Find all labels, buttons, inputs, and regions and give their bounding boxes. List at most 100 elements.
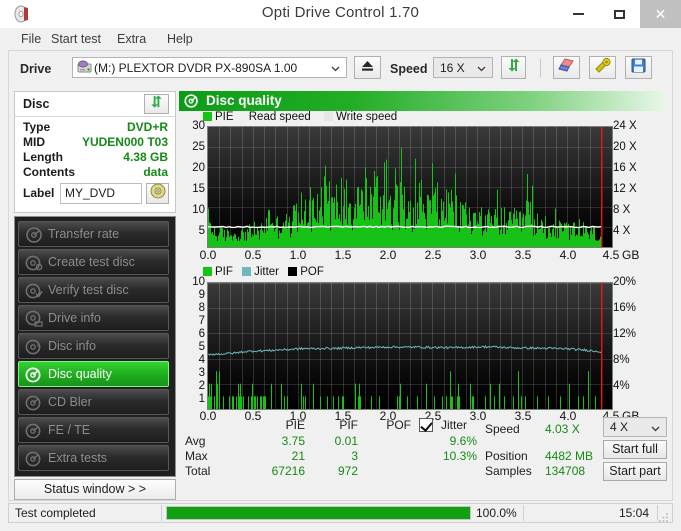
legend-label-jitter: Jitter xyxy=(254,266,280,278)
refresh-button[interactable] xyxy=(501,56,526,79)
content-header: Disc quality xyxy=(179,91,667,111)
toolbar: Drive (M:) PLEXTOR DVDR PX-890SA 1.00 Sp… xyxy=(9,51,672,87)
pie-ytick-10: 10 xyxy=(192,204,205,216)
start-full-button[interactable]: Start full xyxy=(603,440,667,459)
disc-key-length: Length xyxy=(23,150,63,164)
pie-ytick-30: 30 xyxy=(192,120,205,132)
pif-ytick-10: 10 xyxy=(192,276,205,288)
erase-button[interactable] xyxy=(553,56,580,79)
elapsed-time: 15:04 xyxy=(618,506,649,520)
legend-label-read-speed: Read speed xyxy=(248,111,311,123)
eraser-icon xyxy=(557,57,576,78)
window-body: Drive (M:) PLEXTOR DVDR PX-890SA 1.00 Sp… xyxy=(8,50,673,501)
tools-icon xyxy=(594,57,612,78)
menu-extra[interactable]: Extra xyxy=(110,31,153,48)
menu-bar: File Start test Extra Help xyxy=(0,28,681,50)
sidebar-item-label: CD Bler xyxy=(48,395,92,409)
pie-series xyxy=(208,147,601,247)
disc-row-length: Length 4.38 GB xyxy=(15,150,175,165)
pie-ytick-15: 15 xyxy=(192,183,205,195)
pif-chart-canvas xyxy=(208,283,612,409)
disc-label-button[interactable] xyxy=(146,183,169,204)
disc-info-panel: Disc Type DVD+R MID YUDEN000 T03 Length … xyxy=(14,91,176,213)
pie-y2tick-8x: 8 X xyxy=(613,204,631,216)
disc-info-icon: i xyxy=(25,338,43,356)
close-button[interactable]: ✕ xyxy=(640,0,681,28)
speed-value: 16 X xyxy=(440,61,465,75)
disc-label-input[interactable]: MY_DVD xyxy=(60,183,142,204)
disc-row-mid: MID YUDEN000 T03 xyxy=(15,135,175,150)
sidebar-item-cd-bler[interactable]: CD Bler xyxy=(18,389,169,415)
sidebar-item-label: FE / TE xyxy=(48,423,91,437)
settings-button[interactable] xyxy=(589,56,616,79)
jitter-checkbox[interactable] xyxy=(419,418,433,432)
pif-ytick-8: 8 xyxy=(198,302,205,314)
stats-samples-value: 134708 xyxy=(545,464,586,478)
disc-fete-icon xyxy=(25,422,43,440)
start-part-button[interactable]: Start part xyxy=(603,462,667,481)
sidebar-item-extra-tests[interactable]: Extra tests xyxy=(18,445,169,471)
sidebar-item-disc-quality[interactable]: Disc quality xyxy=(18,361,169,387)
menu-start-test[interactable]: Start test xyxy=(44,31,108,48)
pif-y2tick-8: 8% xyxy=(613,354,630,366)
disc-key-label: Label xyxy=(23,186,55,200)
legend-label-write-speed: Write speed xyxy=(335,111,398,123)
minimize-button[interactable] xyxy=(558,0,599,28)
disc-burn-icon xyxy=(25,254,43,272)
minimize-icon xyxy=(573,13,584,15)
sidebar-item-transfer-rate[interactable]: Transfer rate xyxy=(18,221,169,247)
eject-button[interactable] xyxy=(354,56,381,79)
stats-col-pif: PIF xyxy=(339,418,358,432)
stats-row-label-max: Max xyxy=(185,449,208,463)
cd-disc-icon xyxy=(150,183,166,204)
disc-quality-icon xyxy=(25,366,43,384)
toolbar-separator xyxy=(540,58,541,78)
pie-xtick-8: 4.0 xyxy=(559,248,577,262)
menu-help[interactable]: Help xyxy=(160,31,200,48)
pie-ytick-5: 5 xyxy=(198,225,205,237)
sidebar-item-label: Transfer rate xyxy=(48,227,120,241)
disc-row-label: Label MY_DVD xyxy=(15,183,175,205)
disc-row-contents: Contents data xyxy=(15,165,175,180)
sidebar-item-fe-te[interactable]: FE / TE xyxy=(18,417,169,443)
sidebar-item-label: Extra tests xyxy=(48,451,108,465)
stats-total-pif: 972 xyxy=(337,464,358,478)
resize-grip-icon[interactable] xyxy=(658,509,669,522)
sidebar-item-create-test-disc[interactable]: Create test disc xyxy=(18,249,169,275)
save-button[interactable] xyxy=(625,56,652,79)
drive-icon xyxy=(77,60,92,78)
disc-extra-icon xyxy=(25,450,43,468)
stats-col-pie: PIE xyxy=(285,418,305,432)
legend-swatch-pif xyxy=(203,267,212,276)
title-bar: Opti Drive Control 1.70 ✕ xyxy=(0,0,681,29)
test-list-panel: Transfer rate Create test disc Verify te… xyxy=(14,216,176,477)
stats-col-jitter: Jitter xyxy=(441,418,468,432)
pif-y2tick-20: 20% xyxy=(613,276,637,288)
pie-plot-area[interactable] xyxy=(207,126,613,248)
sidebar-item-label: Create test disc xyxy=(48,255,135,269)
pie-y2tick-24x: 24 X xyxy=(613,120,637,132)
maximize-icon xyxy=(614,9,625,19)
drive-select[interactable]: (M:) PLEXTOR DVDR PX-890SA 1.00 xyxy=(72,57,347,78)
speed-select[interactable]: 16 X xyxy=(433,57,493,78)
test-speed-select[interactable]: 4 X xyxy=(603,417,667,437)
pie-xlabel: GB xyxy=(622,248,640,262)
pif-series xyxy=(208,371,596,409)
pif-ytick-9: 9 xyxy=(198,289,205,301)
chevron-down-icon xyxy=(477,62,486,72)
disc-speed-icon xyxy=(25,226,43,244)
disc-panel-header: Disc xyxy=(15,92,175,117)
status-window-button[interactable]: Status window > > xyxy=(14,479,176,500)
maximize-button[interactable] xyxy=(599,0,640,28)
legend-swatch-write-speed xyxy=(323,112,333,121)
pif-plot-area[interactable] xyxy=(207,282,613,410)
disc-refresh-button[interactable] xyxy=(144,94,169,114)
floppy-save-icon xyxy=(631,58,646,78)
stats-avg-jitter: 9.6% xyxy=(449,434,477,448)
stats-total-pie: 67216 xyxy=(271,464,305,478)
sidebar-item-drive-info[interactable]: Drive info xyxy=(18,305,169,331)
sidebar-item-disc-info[interactable]: i Disc info xyxy=(18,333,169,359)
legend-label-pif: PIF xyxy=(215,266,233,278)
sidebar-item-verify-test-disc[interactable]: Verify test disc xyxy=(18,277,169,303)
pie-y2tick-4x: 4 X xyxy=(613,225,631,237)
